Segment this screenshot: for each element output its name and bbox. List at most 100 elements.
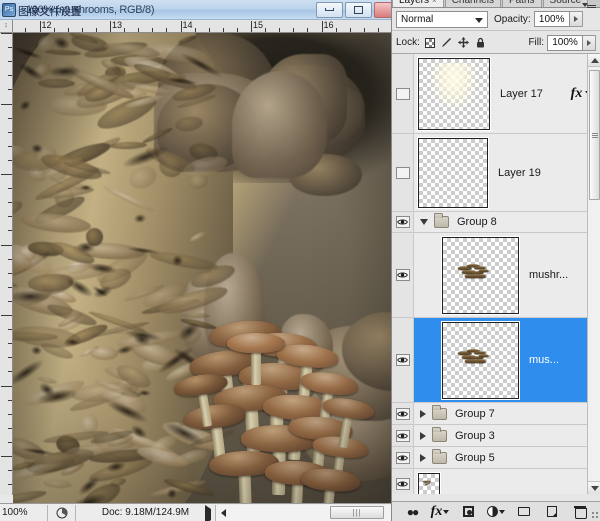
panel-scroll-thumb[interactable] [589,70,600,200]
blend-mode-select[interactable]: Normal [396,11,488,28]
add-mask-button[interactable] [459,504,477,520]
layer-row[interactable]: Layer 19 [392,134,600,212]
chevron-right-icon[interactable] [420,432,426,440]
layer-visibility-toggle[interactable] [392,318,414,402]
adjustment-layer-button[interactable] [487,504,505,520]
ruler-tick [237,28,238,32]
link-layers-button[interactable]: ●● [403,504,421,520]
thumbnail-mushroom-cluster [457,261,504,293]
ruler-tick [181,28,182,32]
panel-resize-grip[interactable] [592,512,598,518]
panel-scrollbar[interactable] [587,54,600,494]
layer-visibility-toggle[interactable] [392,54,414,133]
layer-name[interactable]: Layer 19 [492,167,600,179]
ruler-tick [364,28,365,32]
opacity-label: Opacity: [494,14,531,25]
ruler-corner[interactable]: ↕ [0,20,13,33]
ruler-tick [54,28,55,32]
scroll-up-icon[interactable] [588,54,600,67]
layer-group-row[interactable]: Group 3 [392,425,600,447]
layer-thumbnail[interactable] [418,58,490,130]
tab-paths[interactable]: Paths [502,0,542,7]
ruler-tick [124,28,125,32]
layer-visibility-toggle[interactable] [392,425,414,446]
layer-visibility-toggle[interactable] [392,134,414,211]
layer-group-row[interactable]: Group 5 [392,447,600,469]
ruler-tick [8,188,12,189]
layer-row[interactable]: Layer 17fx [392,54,600,134]
layer-group-name: Group 8 [449,216,600,228]
layer-thumbnail[interactable] [442,237,519,314]
layer-row[interactable]: mus... [392,318,600,403]
document-size-info[interactable]: Doc: 9.18M/124.9M [76,505,216,521]
close-icon[interactable]: × [432,0,437,7]
ruler-label: 15 [253,20,263,30]
preview-icon[interactable] [48,505,76,521]
layer-row[interactable]: mushr... [392,233,600,318]
horizontal-scroll-thumb[interactable]: ||| [330,506,384,519]
ruler-tick [82,28,83,32]
blend-mode-row: Normal Opacity: 100% [392,8,600,31]
layer-group-row[interactable]: Group 8 [392,212,600,233]
layer-row[interactable] [392,469,600,494]
layer-visibility-toggle[interactable] [392,233,414,317]
minimize-icon[interactable] [316,2,343,18]
layer-style-button[interactable]: fx [431,504,449,520]
layer-thumbnail[interactable] [418,138,488,208]
lock-image-pixels-icon[interactable] [440,36,454,50]
new-layer-button[interactable] [543,504,561,520]
opacity-input[interactable]: 100% [534,11,570,27]
layer-thumbnail[interactable] [442,322,519,399]
tab-label: Source [550,0,582,7]
document-window: Ps 图像文件设置 100% (mushrooms, RGB/8) ↕ 1213… [0,0,392,521]
layer-list[interactable]: Layer 17fx Layer 19 Group 8 mushr...mus... G… [392,54,600,494]
delete-layer-button[interactable] [571,504,589,520]
eye-off-icon [396,88,410,100]
ruler-tick [8,400,12,401]
trash-icon [575,506,585,517]
triangle-right-icon[interactable] [205,509,211,520]
rock-shape [232,71,327,178]
tab-channels[interactable]: Channels [445,0,501,7]
layer-group-row[interactable]: Group 7 [392,403,600,425]
chevron-down-icon [443,510,449,514]
tab-layers[interactable]: Layers× [392,0,444,7]
opacity-stepper[interactable] [570,11,583,27]
chevron-down-icon [475,18,483,23]
document-title-bar[interactable]: Ps 图像文件设置 100% (mushrooms, RGB/8) [0,0,392,20]
ruler-tick [25,28,26,32]
zoom-level[interactable]: 100% [0,505,48,521]
layer-name[interactable]: Layer 17 [494,88,564,100]
ruler-tick [8,160,12,161]
canvas[interactable] [13,33,392,503]
ruler-tick [8,470,12,471]
new-group-button[interactable] [515,504,533,520]
lock-position-icon[interactable] [457,36,471,50]
chevron-right-icon[interactable] [420,454,426,462]
triangle-left-icon[interactable] [216,509,230,517]
layer-visibility-toggle[interactable] [392,403,414,424]
horizontal-ruler[interactable]: 1213141516 [0,20,392,33]
fill-input[interactable]: 100% [547,35,583,51]
layer-visibility-toggle[interactable] [392,212,414,232]
lock-transparency-icon[interactable] [423,36,437,50]
blend-mode-value: Normal [401,14,433,25]
ruler-tick [8,146,12,147]
fill-stepper[interactable] [583,35,596,51]
ruler-tick [350,28,351,32]
chevron-right-icon[interactable] [420,410,426,418]
chevron-down-icon[interactable] [420,219,428,225]
layer-group-name: Group 7 [447,408,600,420]
ruler-tick [378,28,379,32]
layer-thumbnail[interactable] [418,473,440,495]
vertical-ruler[interactable] [0,33,13,495]
layer-visibility-toggle[interactable] [392,447,414,468]
document-title-en: 100% (mushrooms, RGB/8) [26,4,154,16]
mushroom [296,466,362,503]
restore-icon[interactable] [345,2,372,18]
close-icon[interactable] [374,2,392,18]
layer-visibility-toggle[interactable] [392,469,414,494]
horizontal-scrollbar[interactable]: ||| [216,505,392,521]
lock-all-icon[interactable] [474,36,488,50]
scroll-down-icon[interactable] [588,481,600,494]
